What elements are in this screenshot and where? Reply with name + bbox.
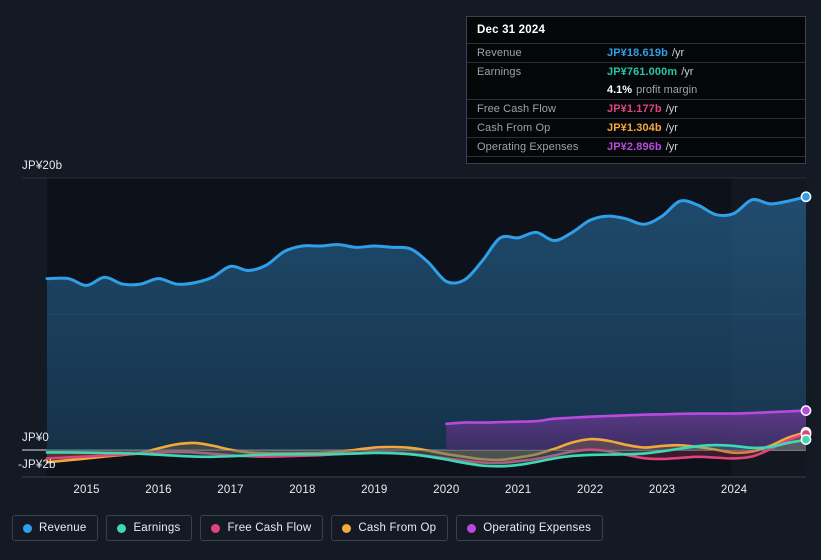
tooltip-row-label: Operating Expenses [477,141,579,153]
tooltip-row-unit: /yr [681,66,694,78]
x-axis-tick-2023: 2023 [648,484,676,496]
legend-item-label: Cash From Op [358,522,437,534]
tooltip-rows: Revenue JP¥18.619b/yr Earnings JP¥761.000m /… [467,43,805,156]
tooltip-profit-margin-value: 4.1% [607,84,633,96]
tooltip-profit-margin-label: profit margin [636,84,698,96]
tooltip-row: Cash From Op JP¥1.304b/yr [467,118,805,137]
y-axis-label-zero: JP¥0 [22,432,50,444]
tooltip-row-label: Cash From Op [477,122,551,134]
tooltip-row-value: JP¥1.177b [607,103,662,115]
tooltip-row-value: JP¥2.896b [607,141,662,153]
x-axis-tick-2017: 2017 [217,484,244,496]
tooltip-footer-rule [467,156,805,163]
legend-item-cash-from-op[interactable]: Cash From Op [331,515,449,541]
tooltip-row: Operating Expenses JP¥2.896b/yr [467,137,805,156]
y-axis-label-top: JP¥20b [22,160,63,172]
tooltip-profit-margin-row: 4.1% profit margin [467,81,805,99]
tooltip-row-unit: /yr [671,47,685,59]
tooltip-row: Free Cash Flow JP¥1.177b/yr [467,99,805,118]
chart-legend[interactable]: Revenue Earnings Free Cash Flow Cash From O… [12,515,604,541]
legend-item-label: Earnings [133,522,181,534]
tooltip-row: Revenue JP¥18.619b/yr [467,43,805,62]
x-axis-tick-2016: 2016 [145,484,172,496]
tooltip-row-unit: /yr [665,141,678,153]
tooltip-title: Dec 31 2024 [477,24,546,36]
tooltip-row: Earnings JP¥761.000m/yr [467,62,805,81]
legend-item-operating-expenses[interactable]: Operating Expenses [456,515,604,541]
tooltip-row-label: Revenue [477,47,522,59]
tooltip-row-value: JP¥761.000m [607,66,678,78]
tooltip-row-value: JP¥1.304b [607,122,662,134]
legend-item-label: Free Cash Flow [227,522,312,534]
tooltip-row-label: Earnings [477,66,522,78]
legend-color-dot-icon [211,523,221,533]
tooltip-row-value: JP¥18.619b [607,47,668,59]
legend-color-dot-icon [467,523,477,533]
legend-color-dot-icon [342,523,352,533]
legend-color-dot-icon [23,523,32,533]
legend-item-label: Revenue [39,522,87,534]
series-endpoint-marker [800,405,812,416]
legend-color-dot-icon [117,523,127,533]
x-axis-tick-2019: 2019 [361,484,388,496]
tooltip-row-unit: /yr [665,103,678,115]
chart-page: JP¥20b JP¥0 -JP¥2b 2015 2016 2017 2018 2019 2… [0,0,821,560]
legend-item-earnings[interactable]: Earnings [106,515,193,541]
x-axis-tick-2022: 2022 [576,484,604,496]
series-endpoint-marker [800,434,812,445]
y-axis-label-bottom: -JP¥2b [18,459,56,471]
x-axis-tick-2015: 2015 [73,484,100,496]
x-axis-tick-2020: 2020 [433,484,460,496]
x-axis-tick-2018: 2018 [289,484,316,496]
tooltip-row-label: Free Cash Flow [477,103,557,115]
x-axis-tick-2021: 2021 [504,484,532,496]
tooltip-row-unit: /yr [665,122,678,134]
series-endpoint-marker [800,191,812,203]
legend-item-free-cash-flow[interactable]: Free Cash Flow [200,515,324,541]
legend-item-revenue[interactable]: Revenue [12,515,99,541]
chart-tooltip: Dec 31 2024 Revenue JP¥18.619b/yr Earnings… [466,16,806,164]
legend-item-label: Operating Expenses [483,522,592,534]
x-axis-tick-2024: 2024 [720,484,748,496]
